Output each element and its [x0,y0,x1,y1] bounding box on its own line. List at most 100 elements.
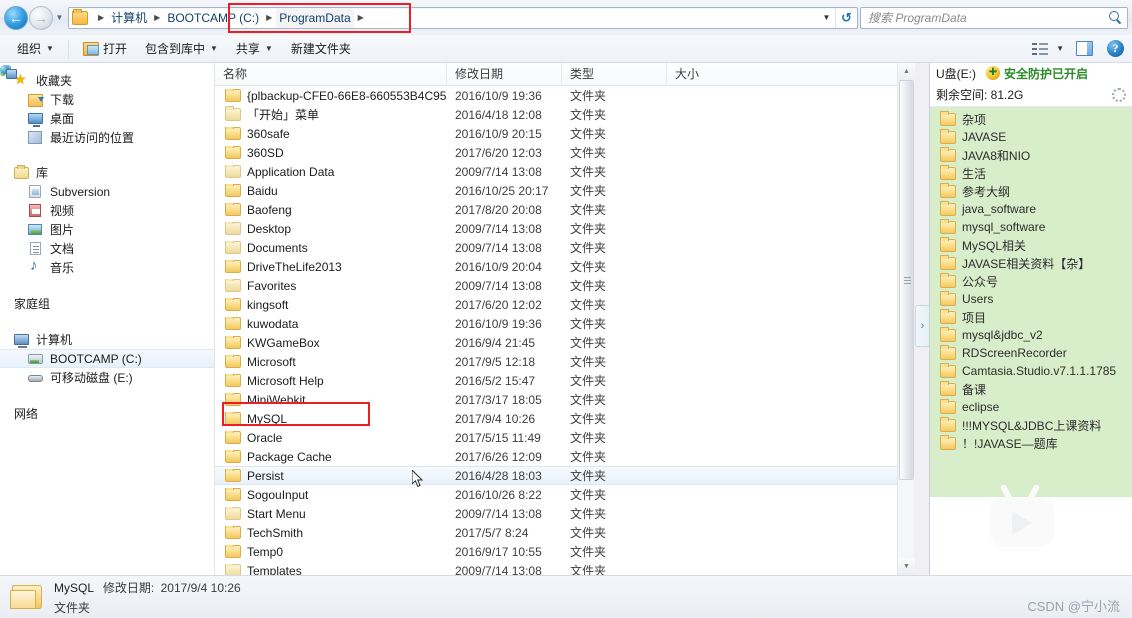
gear-icon[interactable] [1112,87,1126,102]
table-row[interactable]: kuwodata 2016/10/9 19:36 文件夹 [215,314,905,333]
table-row[interactable]: Temp0 2016/9/17 10:55 文件夹 [215,542,905,561]
breadcrumb-separator[interactable]: ▶ [354,13,368,22]
column-header-size[interactable]: 大小 [667,63,767,86]
usb-folder-item[interactable]: eclipse [930,398,1132,416]
organize-button[interactable]: 组织 ▼ [8,38,63,60]
usb-folder-item[interactable]: 参考大纲 [930,182,1132,200]
table-row[interactable]: {plbackup-CFE0-66E8-660553B4C955} 2016/10… [215,86,905,105]
breadcrumb-bootcamp[interactable]: BOOTCAMP (C:) [164,8,262,28]
help-icon[interactable]: ? [1107,40,1124,57]
column-header-date[interactable]: 修改日期 [447,63,562,86]
table-row[interactable]: Templates 2009/7/14 13:08 文件夹 [215,561,905,575]
usb-folder-item[interactable]: RDScreenRecorder [930,344,1132,362]
scrollbar-thumb[interactable] [899,80,914,480]
sidebar-item-subversion[interactable]: Subversion [0,182,214,201]
table-row[interactable]: Desktop 2009/7/14 13:08 文件夹 [215,219,905,238]
breadcrumb-computer[interactable]: 计算机 [108,8,150,28]
table-row[interactable]: Documents 2009/7/14 13:08 文件夹 [215,238,905,257]
table-row[interactable]: 「开始」菜单 2016/4/18 12:08 文件夹 [215,105,905,124]
sidebar-item-documents[interactable]: 文档 [0,239,214,258]
forward-arrow-icon[interactable]: → [29,5,53,30]
sidebar-item-removable-e[interactable]: 可移动磁盘 (E:) [0,368,214,387]
preview-pane-icon[interactable] [1076,41,1093,56]
chevron-down-icon[interactable]: ▼ [1056,44,1064,53]
sidebar-item-videos[interactable]: 视频 [0,201,214,220]
sidebar-item-libraries[interactable]: 库 [0,163,214,182]
file-type-cell: 文件夹 [570,355,607,369]
table-row[interactable]: Application Data 2009/7/14 13:08 文件夹 [215,162,905,181]
sidebar-item-recent-places[interactable]: 最近访问的位置 [0,128,214,147]
scroll-down-icon[interactable]: ▼ [898,558,915,575]
sidebar-item-bootcamp-c[interactable]: BOOTCAMP (C:) [0,349,214,368]
sidebar-item-favorites[interactable]: 收藏夹 [0,71,214,90]
usb-folder-item[interactable]: 项目 [930,308,1132,326]
sidebar-item-downloads[interactable]: 下载 [0,90,214,109]
table-row[interactable]: Favorites 2009/7/14 13:08 文件夹 [215,276,905,295]
back-arrow-icon[interactable]: ← [4,5,28,30]
usb-folder-item[interactable]: ！!JAVASE—题库 [930,434,1132,452]
table-row[interactable]: MySQL 2017/9/4 10:26 文件夹 [215,409,905,428]
table-row[interactable]: DriveTheLife2013 2016/10/9 20:04 文件夹 [215,257,905,276]
usb-folder-item[interactable]: Camtasia.Studio.v7.1.1.1785 [930,362,1132,380]
view-list-icon[interactable] [1032,41,1050,57]
table-row[interactable]: Baidu 2016/10/25 20:17 文件夹 [215,181,905,200]
include-in-library-label: 包含到库中 [144,42,205,56]
table-row[interactable]: 360SD 2017/6/20 12:03 文件夹 [215,143,905,162]
table-row[interactable]: Oracle 2017/5/15 11:49 文件夹 [215,428,905,447]
folder-icon [225,430,241,444]
vertical-scrollbar[interactable]: ▲ ▼ [897,63,915,575]
address-bar[interactable]: ▶ 计算机 ▶ BOOTCAMP (C:) ▶ ProgramData ▶ ▼ … [68,6,858,29]
table-row[interactable]: KWGameBox 2016/9/4 21:45 文件夹 [215,333,905,352]
table-row[interactable]: Start Menu 2009/7/14 13:08 文件夹 [215,504,905,523]
usb-folder-item[interactable]: java_software [930,200,1132,218]
column-header-type[interactable]: 类型 [562,63,667,86]
table-row[interactable]: SogouInput 2016/10/26 8:22 文件夹 [215,485,905,504]
usb-folder-item[interactable]: mysql&jdbc_v2 [930,326,1132,344]
table-row[interactable]: kingsoft 2017/6/20 12:02 文件夹 [215,295,905,314]
table-row[interactable]: Package Cache 2017/6/26 12:09 文件夹 [215,447,905,466]
sidebar-item-homegroup[interactable]: 家庭组 [0,65,214,313]
column-header-name[interactable]: 名称 [215,63,447,86]
sidebar-item-computer[interactable]: 计算机 [0,330,214,349]
usb-folder-item[interactable]: JAVA8和NIO [930,146,1132,164]
search-input[interactable]: 搜索 ProgramData [860,6,1128,29]
file-list-pane[interactable]: 名称 修改日期 类型 大小 {plbackup-CFE0-66E8-660553… [215,63,905,575]
usb-folder-item[interactable]: mysql_software [930,218,1132,236]
new-folder-button[interactable]: 新建文件夹 [282,38,360,60]
usb-folder-item[interactable]: 杂项 [930,110,1132,128]
table-row[interactable]: MiniWebkit 2017/3/17 18:05 文件夹 [215,390,905,409]
usb-folder-item[interactable]: Users [930,290,1132,308]
open-button[interactable]: 打开 [74,38,136,60]
table-row[interactable]: 360safe 2016/10/9 20:15 文件夹 [215,124,905,143]
chevron-down-icon[interactable]: ▼ [818,13,835,22]
usb-folder-item[interactable]: JAVASE相关资料【杂】 [930,254,1132,272]
breadcrumb-root[interactable] [69,8,94,28]
table-row[interactable]: Microsoft Help 2016/5/2 15:47 文件夹 [215,371,905,390]
table-row[interactable]: Microsoft 2017/9/5 12:18 文件夹 [215,352,905,371]
table-row[interactable]: TechSmith 2017/5/7 8:24 文件夹 [215,523,905,542]
usb-drive-panel[interactable]: U盘(E:) 安全防护已开启 剩余空间: 81.2G 杂项 JAVASE JAVA8… [929,63,1132,575]
usb-folder-item[interactable]: 备课 [930,380,1132,398]
usb-folder-item[interactable]: MySQL相关 [930,236,1132,254]
refresh-icon[interactable]: ↺ [835,7,857,28]
usb-folder-item[interactable]: !!!MYSQL&JDBC上课资料 [930,416,1132,434]
usb-folder-item[interactable]: 公众号 [930,272,1132,290]
folder-icon [940,380,956,396]
navigation-pane[interactable]: 收藏夹 下载 桌面 最近访问的位置 库 Subversion [0,63,215,575]
table-row[interactable]: Baofeng 2017/8/20 20:08 文件夹 [215,200,905,219]
sidebar-item-network[interactable]: 网络 [0,65,214,423]
scroll-up-icon[interactable]: ▲ [898,63,915,80]
recent-pages-chevron-icon[interactable]: ▼ [53,13,66,22]
usb-folder-item[interactable]: JAVASE [930,128,1132,146]
collapse-panel-handle[interactable]: › [915,305,929,347]
sidebar-item-desktop[interactable]: 桌面 [0,109,214,128]
breadcrumb-programdata[interactable]: ProgramData [276,7,354,28]
sidebar-item-music[interactable]: 音乐 [0,257,214,277]
include-in-library-button[interactable]: 包含到库中 ▼ [136,38,227,60]
usb-folder-list[interactable]: 杂项 JAVASE JAVA8和NIO 生活 参考大纲 java_software mysq… [930,107,1132,497]
table-row[interactable]: Persist 2016/4/28 18:03 文件夹 [215,466,905,485]
usb-folder-item[interactable]: 生活 [930,164,1132,182]
share-button[interactable]: 共享 ▼ [227,38,282,60]
video-icon [28,203,44,219]
sidebar-item-pictures[interactable]: 图片 [0,220,214,239]
